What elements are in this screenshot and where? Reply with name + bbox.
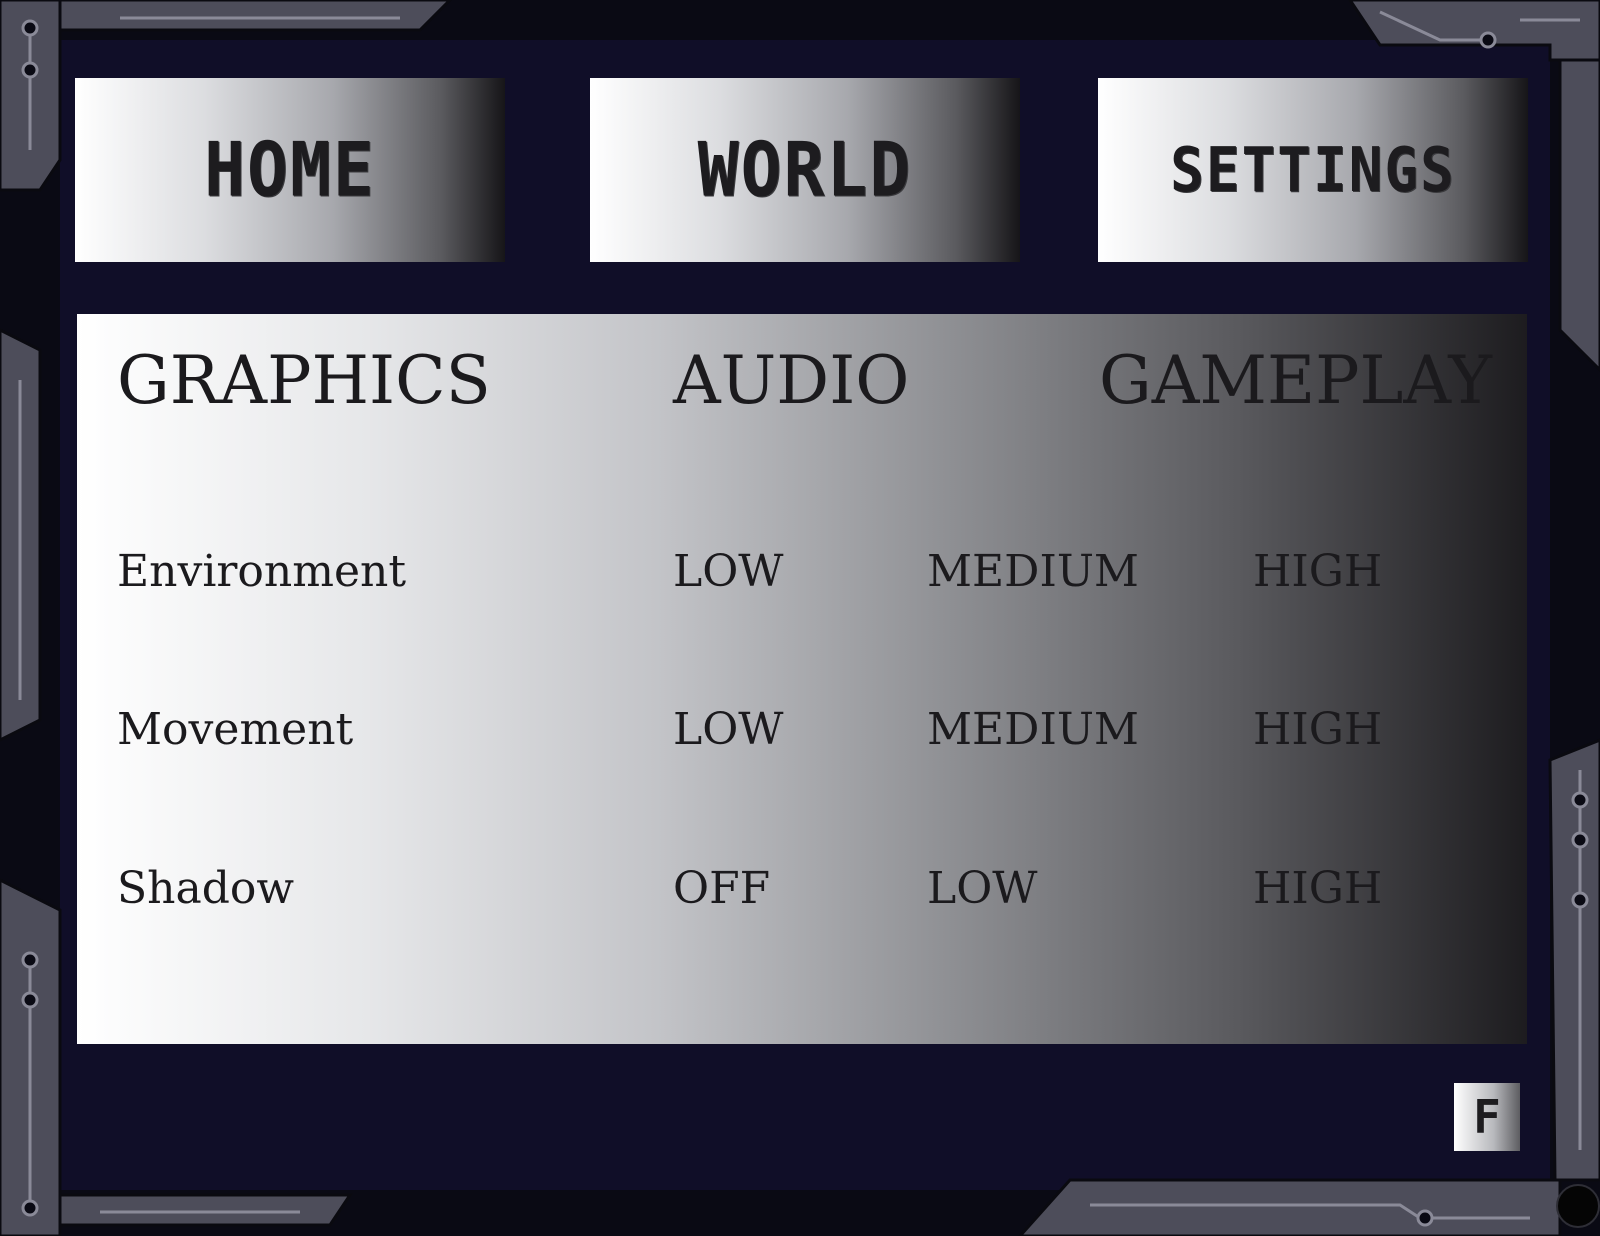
world-button[interactable]: WORLD <box>590 78 1020 262</box>
movement-option-medium[interactable]: MEDIUM <box>927 704 1139 755</box>
settings-panel: GRAPHICS AUDIO GAMEPLAY Environment LOW … <box>77 314 1527 1044</box>
world-button-label: WORLD <box>697 126 913 214</box>
home-button[interactable]: HOME <box>75 78 505 262</box>
settings-button-label: SETTINGS <box>1170 134 1456 206</box>
environment-option-high[interactable]: HIGH <box>1253 546 1382 597</box>
tab-gameplay[interactable]: GAMEPLAY <box>1099 342 1492 419</box>
shadow-option-high[interactable]: HIGH <box>1253 863 1382 914</box>
movement-option-low[interactable]: LOW <box>673 704 784 755</box>
f-key-button[interactable]: F <box>1454 1083 1520 1151</box>
knob-icon <box>1556 1184 1600 1228</box>
home-button-label: HOME <box>204 126 376 214</box>
environment-label: Environment <box>117 546 407 597</box>
shadow-option-low[interactable]: LOW <box>927 863 1038 914</box>
shadow-option-off[interactable]: OFF <box>673 863 770 914</box>
movement-option-high[interactable]: HIGH <box>1253 704 1382 755</box>
movement-label: Movement <box>117 704 354 755</box>
tab-audio[interactable]: AUDIO <box>673 342 909 419</box>
environment-option-medium[interactable]: MEDIUM <box>927 546 1139 597</box>
f-key-label: F <box>1473 1090 1501 1144</box>
tab-graphics[interactable]: GRAPHICS <box>117 342 491 419</box>
shadow-label: Shadow <box>117 863 295 914</box>
environment-option-low[interactable]: LOW <box>673 546 784 597</box>
settings-button[interactable]: SETTINGS <box>1098 78 1528 262</box>
